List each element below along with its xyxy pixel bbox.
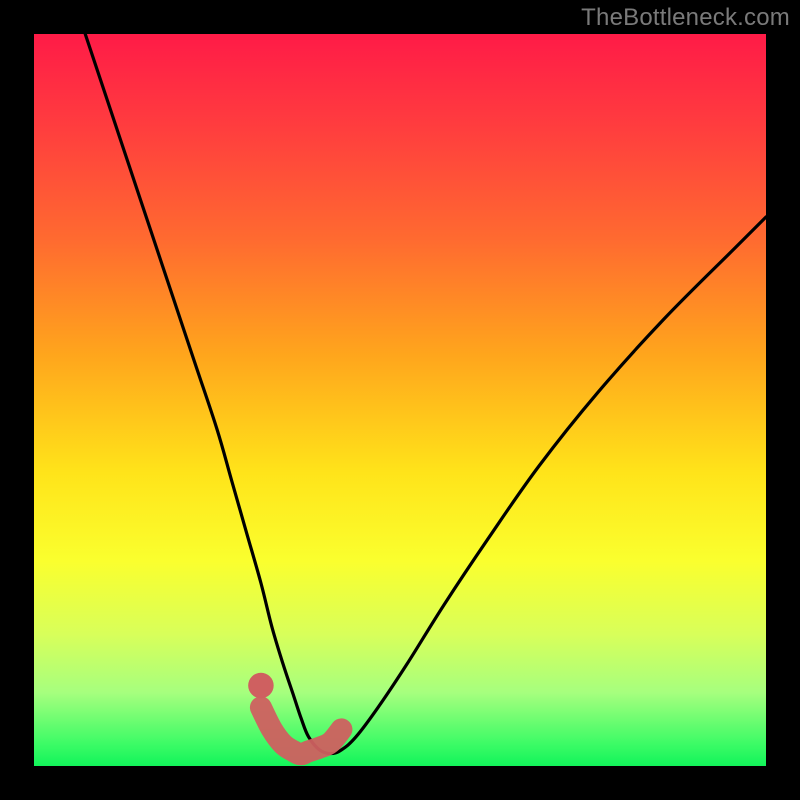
watermark-text: TheBottleneck.com [581,4,790,32]
highlight-marker [248,673,274,699]
chart-frame: TheBottleneck.com [0,0,800,800]
curve-layer [34,34,766,766]
bottleneck-curve [85,34,766,754]
plot-area [34,34,766,766]
